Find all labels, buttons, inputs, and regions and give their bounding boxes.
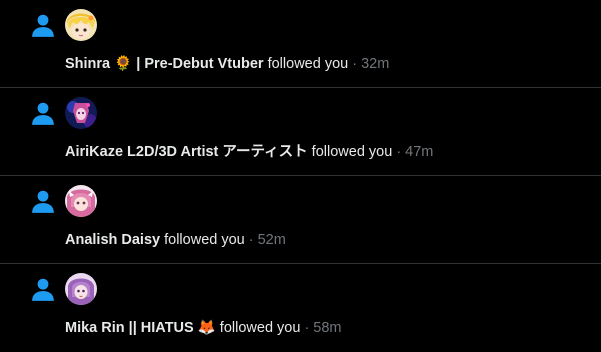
notification-text: Analish Daisy followed you · 52m [65, 231, 286, 249]
notification-text: Shinra 🌻 | Pre-Debut Vtuber followed you… [65, 55, 389, 73]
user-name[interactable]: Analish Daisy [65, 232, 160, 248]
timestamp: · 52m [244, 232, 286, 248]
person-icon [32, 14, 54, 37]
action-text: followed you [307, 144, 393, 160]
user-name[interactable]: Shinra 🌻 | Pre-Debut Vtuber [65, 56, 264, 72]
follow-notification[interactable]: Analish Daisy followed you · 52m [0, 176, 601, 264]
action-text: followed you [160, 232, 245, 248]
avatar[interactable] [65, 9, 97, 41]
timestamp: · 58m [300, 320, 342, 336]
follow-notification[interactable]: Mika Rin || HIATUS 🦊 followed you · 58m [0, 264, 601, 352]
follow-notification[interactable]: Shinra 🌻 | Pre-Debut Vtuber followed you… [0, 0, 601, 88]
timestamp: · 47m [392, 144, 434, 160]
user-name[interactable]: AiriKaze L2D/3D Artist アーティスト [65, 144, 308, 160]
notification-text: Mika Rin || HIATUS 🦊 followed you · 58m [65, 319, 342, 337]
avatar[interactable] [65, 185, 97, 217]
avatar[interactable] [65, 273, 97, 305]
avatar[interactable] [65, 97, 97, 129]
action-text: followed you [215, 320, 301, 336]
person-icon [32, 278, 54, 301]
user-name[interactable]: Mika Rin || HIATUS 🦊 [65, 320, 216, 336]
action-text: followed you [263, 56, 349, 72]
person-icon [32, 190, 54, 213]
notification-text: AiriKaze L2D/3D Artist アーティスト followed y… [65, 143, 433, 161]
follow-notification[interactable]: AiriKaze L2D/3D Artist アーティスト followed y… [0, 88, 601, 176]
person-icon [32, 102, 54, 125]
timestamp: · 32m [348, 56, 390, 72]
notifications-feed: Shinra 🌻 | Pre-Debut Vtuber followed you… [0, 0, 601, 350]
